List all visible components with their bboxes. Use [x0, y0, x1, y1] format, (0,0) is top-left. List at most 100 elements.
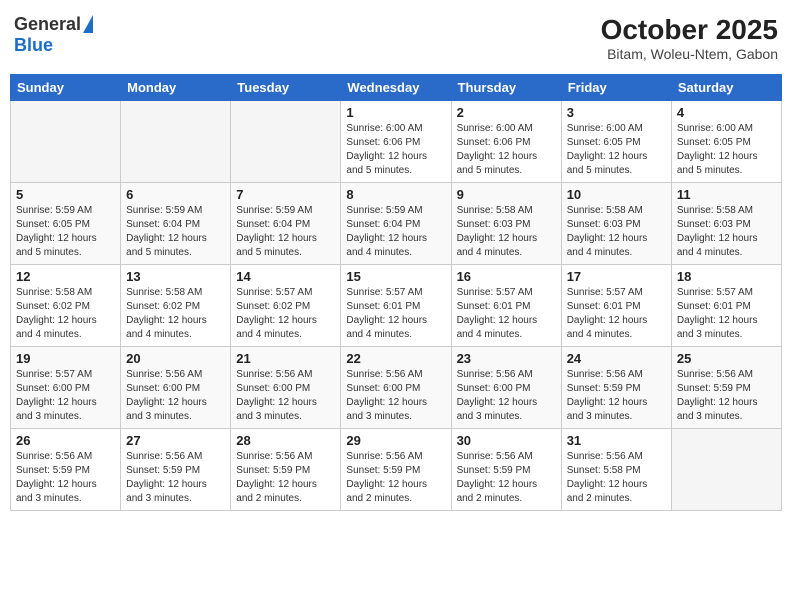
- month-title: October 2025: [601, 14, 778, 46]
- day-info: Sunrise: 5:56 AM Sunset: 5:59 PM Dayligh…: [236, 450, 335, 506]
- day-header-friday: Friday: [561, 75, 671, 101]
- day-info: Sunrise: 5:56 AM Sunset: 6:00 PM Dayligh…: [126, 368, 225, 424]
- day-number: 22: [346, 351, 445, 366]
- week-row-2: 5 Sunrise: 5:59 AM Sunset: 6:05 PM Daylig…: [11, 183, 782, 265]
- calendar-cell: 2Sunrise: 6:00 AM Sunset: 6:06 PM Daylig…: [451, 101, 561, 183]
- week-row-1: 1 Sunrise: 6:00 AM Sunset: 6:06 PM Daylig…: [11, 101, 782, 183]
- day-info: Sunrise: 5:57 AM Sunset: 6:01 PM Dayligh…: [567, 286, 666, 342]
- page-header: General Blue October 2025 Bitam, Woleu-N…: [10, 10, 782, 66]
- day-info: Sunrise: 5:59 AM Sunset: 6:04 PM Dayligh…: [236, 204, 335, 260]
- calendar-cell: 29 Sunrise: 5:56 AM Sunset: 5:59 PM Dayli…: [341, 429, 451, 511]
- day-info: Sunrise: 5:56 AM Sunset: 5:59 PM Dayligh…: [346, 450, 445, 506]
- day-number: 10: [567, 187, 666, 202]
- day-info: Sunrise: 6:00 AM Sunset: 6:05 PM Dayligh…: [677, 122, 776, 178]
- day-info: Sunrise: 5:56 AM Sunset: 5:59 PM Dayligh…: [457, 450, 556, 506]
- day-number: 29: [346, 433, 445, 448]
- day-number: 24: [567, 351, 666, 366]
- day-header-thursday: Thursday: [451, 75, 561, 101]
- calendar-cell: 10 Sunrise: 5:58 AM Sunset: 6:03 PM Dayli…: [561, 183, 671, 265]
- calendar-cell: 31 Sunrise: 5:56 AM Sunset: 5:58 PM Dayli…: [561, 429, 671, 511]
- day-number: 8: [346, 187, 445, 202]
- calendar-cell: 7 Sunrise: 5:59 AM Sunset: 6:04 PM Daylig…: [231, 183, 341, 265]
- day-header-tuesday: Tuesday: [231, 75, 341, 101]
- calendar-cell: 24 Sunrise: 5:56 AM Sunset: 5:59 PM Dayli…: [561, 347, 671, 429]
- calendar-cell: 11 Sunrise: 5:58 AM Sunset: 6:03 PM Dayli…: [671, 183, 781, 265]
- day-number: 21: [236, 351, 335, 366]
- calendar-header: SundayMondayTuesdayWednesdayThursdayFrid…: [11, 75, 782, 101]
- calendar-cell: [671, 429, 781, 511]
- calendar-cell: 20 Sunrise: 5:56 AM Sunset: 6:00 PM Dayli…: [121, 347, 231, 429]
- week-row-3: 12Sunrise: 5:58 AM Sunset: 6:02 PM Dayli…: [11, 265, 782, 347]
- day-number: 5: [16, 187, 115, 202]
- calendar-cell: 26Sunrise: 5:56 AM Sunset: 5:59 PM Dayli…: [11, 429, 121, 511]
- title-section: October 2025 Bitam, Woleu-Ntem, Gabon: [601, 14, 778, 62]
- day-info: Sunrise: 5:57 AM Sunset: 6:00 PM Dayligh…: [16, 368, 115, 424]
- calendar-cell: 15Sunrise: 5:57 AM Sunset: 6:01 PM Dayli…: [341, 265, 451, 347]
- calendar-body: 1 Sunrise: 6:00 AM Sunset: 6:06 PM Daylig…: [11, 101, 782, 511]
- calendar-cell: 28 Sunrise: 5:56 AM Sunset: 5:59 PM Dayli…: [231, 429, 341, 511]
- day-number: 14: [236, 269, 335, 284]
- day-number: 7: [236, 187, 335, 202]
- day-info: Sunrise: 6:00 AM Sunset: 6:06 PM Dayligh…: [346, 122, 445, 178]
- calendar-cell: 18Sunrise: 5:57 AM Sunset: 6:01 PM Dayli…: [671, 265, 781, 347]
- day-info: Sunrise: 5:56 AM Sunset: 6:00 PM Dayligh…: [457, 368, 556, 424]
- day-number: 1: [346, 105, 445, 120]
- calendar-cell: 23 Sunrise: 5:56 AM Sunset: 6:00 PM Dayli…: [451, 347, 561, 429]
- day-number: 12: [16, 269, 115, 284]
- calendar-cell: [231, 101, 341, 183]
- day-number: 4: [677, 105, 776, 120]
- day-header-monday: Monday: [121, 75, 231, 101]
- day-info: Sunrise: 5:59 AM Sunset: 6:04 PM Dayligh…: [346, 204, 445, 260]
- calendar-cell: 19 Sunrise: 5:57 AM Sunset: 6:00 PM Dayli…: [11, 347, 121, 429]
- calendar-cell: 1 Sunrise: 6:00 AM Sunset: 6:06 PM Daylig…: [341, 101, 451, 183]
- days-header-row: SundayMondayTuesdayWednesdayThursdayFrid…: [11, 75, 782, 101]
- calendar-cell: 17 Sunrise: 5:57 AM Sunset: 6:01 PM Dayli…: [561, 265, 671, 347]
- calendar-cell: [121, 101, 231, 183]
- day-info: Sunrise: 5:56 AM Sunset: 5:58 PM Dayligh…: [567, 450, 666, 506]
- calendar-cell: 8 Sunrise: 5:59 AM Sunset: 6:04 PM Daylig…: [341, 183, 451, 265]
- day-number: 30: [457, 433, 556, 448]
- day-number: 31: [567, 433, 666, 448]
- calendar-cell: 27 Sunrise: 5:56 AM Sunset: 5:59 PM Dayli…: [121, 429, 231, 511]
- day-number: 25: [677, 351, 776, 366]
- day-info: Sunrise: 5:59 AM Sunset: 6:04 PM Dayligh…: [126, 204, 225, 260]
- logo: General Blue: [14, 14, 93, 56]
- day-number: 23: [457, 351, 556, 366]
- day-number: 19: [16, 351, 115, 366]
- calendar-cell: 22Sunrise: 5:56 AM Sunset: 6:00 PM Dayli…: [341, 347, 451, 429]
- day-number: 27: [126, 433, 225, 448]
- calendar-cell: 13Sunrise: 5:58 AM Sunset: 6:02 PM Dayli…: [121, 265, 231, 347]
- day-header-saturday: Saturday: [671, 75, 781, 101]
- day-header-wednesday: Wednesday: [341, 75, 451, 101]
- calendar-cell: 12Sunrise: 5:58 AM Sunset: 6:02 PM Dayli…: [11, 265, 121, 347]
- calendar-cell: 4 Sunrise: 6:00 AM Sunset: 6:05 PM Daylig…: [671, 101, 781, 183]
- day-info: Sunrise: 5:58 AM Sunset: 6:03 PM Dayligh…: [567, 204, 666, 260]
- day-info: Sunrise: 5:56 AM Sunset: 5:59 PM Dayligh…: [567, 368, 666, 424]
- day-number: 17: [567, 269, 666, 284]
- day-info: Sunrise: 5:56 AM Sunset: 6:00 PM Dayligh…: [236, 368, 335, 424]
- day-info: Sunrise: 5:57 AM Sunset: 6:02 PM Dayligh…: [236, 286, 335, 342]
- calendar-cell: 30 Sunrise: 5:56 AM Sunset: 5:59 PM Dayli…: [451, 429, 561, 511]
- day-info: Sunrise: 5:57 AM Sunset: 6:01 PM Dayligh…: [346, 286, 445, 342]
- logo-general-text: General: [14, 14, 81, 35]
- day-info: Sunrise: 5:56 AM Sunset: 5:59 PM Dayligh…: [677, 368, 776, 424]
- calendar-cell: 3Sunrise: 6:00 AM Sunset: 6:05 PM Daylig…: [561, 101, 671, 183]
- day-info: Sunrise: 5:57 AM Sunset: 6:01 PM Dayligh…: [457, 286, 556, 342]
- day-info: Sunrise: 5:56 AM Sunset: 5:59 PM Dayligh…: [126, 450, 225, 506]
- calendar-cell: 5 Sunrise: 5:59 AM Sunset: 6:05 PM Daylig…: [11, 183, 121, 265]
- location-title: Bitam, Woleu-Ntem, Gabon: [601, 46, 778, 62]
- logo-triangle-icon: [83, 15, 93, 33]
- day-info: Sunrise: 5:58 AM Sunset: 6:03 PM Dayligh…: [677, 204, 776, 260]
- calendar-cell: 16Sunrise: 5:57 AM Sunset: 6:01 PM Dayli…: [451, 265, 561, 347]
- day-number: 20: [126, 351, 225, 366]
- calendar-cell: 25 Sunrise: 5:56 AM Sunset: 5:59 PM Dayli…: [671, 347, 781, 429]
- calendar-cell: [11, 101, 121, 183]
- day-header-sunday: Sunday: [11, 75, 121, 101]
- day-number: 28: [236, 433, 335, 448]
- day-number: 11: [677, 187, 776, 202]
- day-number: 18: [677, 269, 776, 284]
- day-number: 13: [126, 269, 225, 284]
- day-number: 2: [457, 105, 556, 120]
- calendar-cell: 6Sunrise: 5:59 AM Sunset: 6:04 PM Daylig…: [121, 183, 231, 265]
- day-info: Sunrise: 5:59 AM Sunset: 6:05 PM Dayligh…: [16, 204, 115, 260]
